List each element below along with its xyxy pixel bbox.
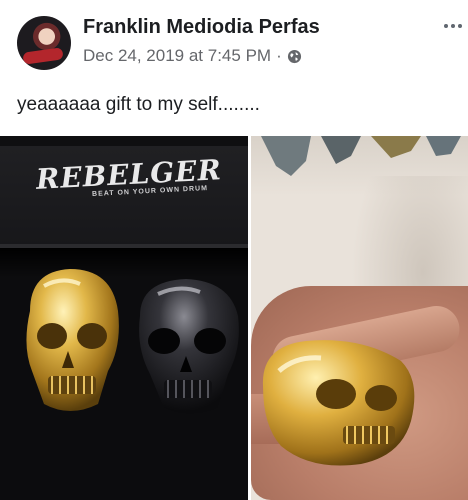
more-dot xyxy=(444,24,448,28)
photo-grid: REBELGER BEAT ON YOUR OWN DRUM xyxy=(0,136,468,500)
post-timestamp[interactable]: Dec 24, 2019 at 7:45 PM xyxy=(83,46,271,66)
post-text: yeaaaaaa gift to my self........ xyxy=(17,94,260,115)
photo-ring-box[interactable]: REBELGER BEAT ON YOUR OWN DRUM xyxy=(0,136,248,500)
author-avatar[interactable] xyxy=(17,16,71,70)
meta-separator: · xyxy=(276,46,282,65)
black-skull-ring xyxy=(139,279,239,414)
gold-skull-ring-worn xyxy=(262,340,415,466)
more-dot xyxy=(451,24,455,28)
globe-icon xyxy=(287,49,301,63)
post-header: Franklin Mediodia Perfas Dec 24, 2019 at… xyxy=(0,0,468,80)
more-options-button[interactable] xyxy=(444,18,468,34)
photo-ring-on-hand[interactable] xyxy=(251,136,468,500)
author-name[interactable]: Franklin Mediodia Perfas xyxy=(83,16,320,39)
more-dot xyxy=(458,24,462,28)
post-meta: Dec 24, 2019 at 7:45 PM · xyxy=(83,46,302,66)
